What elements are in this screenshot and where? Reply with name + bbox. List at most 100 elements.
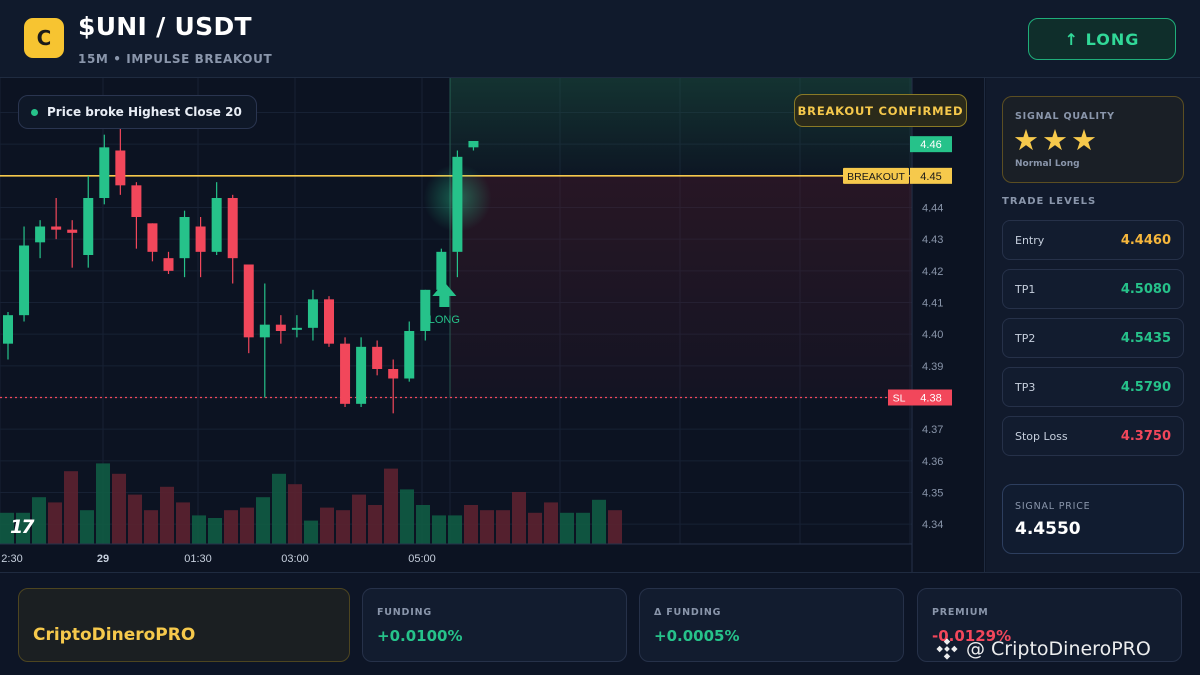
volume-bar	[32, 497, 46, 544]
volume-bar	[128, 494, 142, 544]
candle-body	[83, 198, 94, 255]
brand-card: CriptoDineroPRO	[18, 588, 350, 662]
signal-price-value: 4.4550	[1015, 519, 1081, 539]
status-dot-icon	[31, 108, 38, 116]
long-signal-button[interactable]: ↑ LONG	[1028, 18, 1176, 60]
candle-body	[243, 264, 254, 338]
sl-price-tag: 4.38	[920, 393, 941, 405]
y-tick-label: 4.42	[922, 266, 943, 278]
candle-body	[340, 343, 351, 404]
volume-bar	[272, 473, 286, 544]
signal-price-label: SIGNAL PRICE	[1015, 501, 1091, 512]
volume-bar	[480, 510, 494, 544]
breakout-tag: BREAKOUT	[847, 171, 905, 183]
breakout-confirmed-badge: BREAKOUT CONFIRMED	[794, 94, 967, 127]
signal-quality-card: SIGNAL QUALITY ★★★ Normal Long	[1002, 96, 1184, 183]
candle-body	[35, 226, 46, 243]
x-tick-label: 05:00	[408, 553, 436, 565]
stat-value: +0.0005%	[654, 627, 740, 645]
y-tick-label: 4.39	[922, 361, 943, 373]
candle-body	[211, 198, 222, 252]
signal-sidebar: SIGNAL QUALITY ★★★ Normal Long TRADE LEV…	[986, 78, 1200, 572]
level-label: TP1	[1015, 283, 1036, 296]
volume-bar	[592, 499, 606, 544]
candle-body	[372, 346, 383, 369]
stat-label: Δ FUNDING	[654, 607, 722, 618]
volume-bar	[240, 507, 254, 544]
candle-body	[275, 324, 286, 331]
volume-bar	[608, 510, 622, 544]
level-label: Stop Loss	[1015, 430, 1068, 443]
candle-body	[195, 226, 206, 252]
volume-bar	[560, 512, 574, 544]
level-label: Entry	[1015, 234, 1045, 247]
level-tp3: TP3 4.5790	[1002, 367, 1184, 407]
candle-body	[259, 324, 270, 338]
y-tick-label: 4.35	[922, 488, 943, 500]
candle-body	[468, 141, 479, 148]
delta-funding-card: Δ FUNDING +0.0005%	[639, 588, 904, 662]
volume-bar	[464, 505, 478, 544]
tradingview-logo-icon: 17	[10, 516, 34, 538]
candle-body	[131, 185, 142, 217]
volume-bar	[432, 515, 446, 544]
candle-body	[3, 315, 13, 344]
breakout-info-text: Price broke Highest Close 20	[47, 105, 242, 119]
binance-logo-icon	[936, 638, 958, 660]
candle-body	[227, 198, 238, 259]
level-value: 4.5080	[1120, 282, 1171, 297]
volume-bar	[448, 515, 462, 544]
level-value: 4.4460	[1120, 233, 1171, 248]
coin-logo-icon: C	[24, 18, 64, 58]
y-tick-label: 4.40	[922, 329, 943, 341]
stat-label: FUNDING	[377, 607, 432, 618]
level-label: TP3	[1015, 381, 1036, 394]
candle-body	[179, 217, 190, 259]
volume-bar	[496, 510, 510, 544]
candle-body	[163, 258, 174, 271]
signal-quality-label: SIGNAL QUALITY	[1015, 111, 1115, 122]
brand-name: CriptoDineroPRO	[33, 625, 196, 645]
price-chart[interactable]: LONG4.474.464.454.444.434.424.414.404.39…	[0, 78, 985, 572]
candle-body	[99, 147, 110, 198]
level-value: 4.5790	[1120, 380, 1171, 395]
candlestick-chart[interactable]: LONG4.474.464.454.444.434.424.414.404.39…	[0, 78, 985, 572]
volume-bar	[320, 507, 334, 544]
x-tick-label: 2:30	[1, 553, 22, 565]
volume-bar	[576, 512, 590, 544]
level-entry: Entry 4.4460	[1002, 220, 1184, 260]
stat-value: +0.0100%	[377, 627, 463, 645]
funding-card: FUNDING +0.0100%	[362, 588, 627, 662]
volume-bar	[528, 512, 542, 544]
header-bar: C $UNI / USDT 15M • IMPULSE BREAKOUT ↑ L…	[0, 0, 1200, 78]
long-label: LONG	[429, 314, 460, 326]
breakout-price-tag: 4.45	[920, 171, 941, 183]
volume-bar	[160, 486, 174, 544]
footer-bar: CriptoDineroPRO FUNDING +0.0100% Δ FUNDI…	[0, 572, 1200, 675]
timeframe-subtitle: 15M • IMPULSE BREAKOUT	[78, 52, 273, 66]
volume-bar	[176, 502, 190, 544]
level-tp2: TP2 4.5435	[1002, 318, 1184, 358]
candle-body	[67, 229, 78, 233]
volume-bar	[352, 494, 366, 544]
y-tick-label: 4.34	[922, 519, 943, 531]
candle-body	[147, 223, 158, 252]
x-tick-label: 01:30	[184, 553, 212, 565]
candle-body	[115, 150, 126, 186]
volume-bar	[256, 497, 270, 544]
level-value: 4.3750	[1120, 429, 1171, 444]
volume-bar	[224, 510, 238, 544]
trade-levels-title: TRADE LEVELS	[1002, 196, 1097, 207]
candle-body	[324, 299, 334, 344]
volume-bar	[384, 468, 398, 544]
breakout-glow	[423, 164, 492, 232]
y-tick-label: 4.44	[922, 203, 943, 215]
volume-bar	[416, 505, 430, 544]
candle-body	[307, 299, 318, 328]
current-price-tag: 4.46	[920, 139, 941, 151]
star-rating-icon: ★★★	[1013, 123, 1100, 157]
volume-bar	[144, 510, 158, 544]
volume-bar	[368, 505, 382, 544]
volume-bar	[400, 489, 414, 544]
volume-bar	[64, 471, 78, 544]
